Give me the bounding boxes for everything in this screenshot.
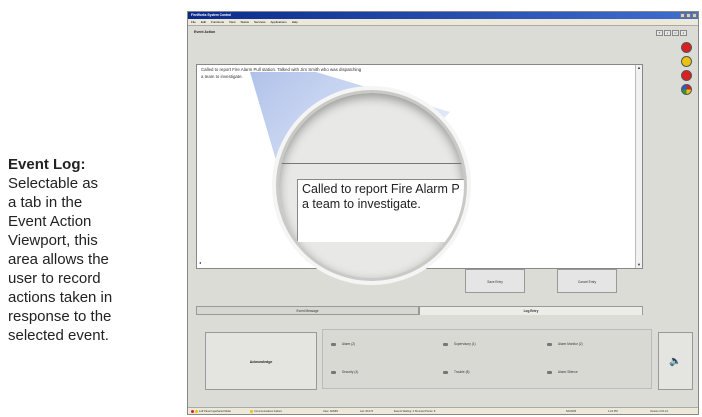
menu-edit[interactable]: Edit bbox=[201, 19, 206, 25]
panel-close-button[interactable]: × bbox=[680, 30, 687, 36]
led-icon bbox=[331, 370, 336, 374]
magnified-text: Called to report Fire Alarm P a team to … bbox=[297, 179, 464, 242]
tab-event-message[interactable]: Event Message bbox=[196, 306, 419, 315]
menu-applications[interactable]: Applications bbox=[271, 19, 287, 25]
close-button[interactable] bbox=[692, 13, 697, 18]
side-toolbar bbox=[679, 40, 693, 98]
led-icon bbox=[547, 370, 552, 374]
help-button[interactable]: ? bbox=[656, 30, 663, 36]
magnified-line: a team to investigate. bbox=[302, 197, 421, 211]
statusbar-time: 1:22 PM bbox=[608, 410, 618, 413]
status-bar: Loff Panel Ingerfaced Mode Communication… bbox=[188, 407, 698, 414]
caption-line: user to record bbox=[8, 270, 101, 287]
status-alarm-silence[interactable]: Alarm Silence bbox=[547, 370, 578, 374]
pin-button[interactable]: ▪ bbox=[664, 30, 671, 36]
scroll-down-icon[interactable]: ▼ bbox=[636, 262, 642, 268]
scroll-left-icon[interactable]: ◂ bbox=[199, 260, 201, 267]
scroll-up-icon[interactable]: ▲ bbox=[636, 65, 642, 71]
caption-line: actions taken in bbox=[8, 289, 113, 306]
alarm-icon[interactable] bbox=[680, 42, 692, 53]
statusbar-date: 5/6/2005 bbox=[566, 410, 577, 413]
caption-line: Event Action bbox=[8, 213, 92, 230]
led-icon bbox=[443, 370, 448, 374]
statusbar-mode: Loff Panel Ingerfaced Mode bbox=[191, 410, 231, 413]
menu-file[interactable]: File bbox=[191, 19, 196, 25]
status-panel: Acknowledge Alarm (2) Supervisory (1) Al… bbox=[191, 317, 696, 392]
status-wheel-icon[interactable] bbox=[680, 84, 692, 95]
status-supervisory[interactable]: Supervisory (1) bbox=[443, 342, 476, 346]
led-icon bbox=[443, 342, 448, 346]
yellow-dot-icon bbox=[195, 410, 198, 413]
status-security[interactable]: Security (4) bbox=[331, 370, 358, 374]
led-icon bbox=[331, 342, 336, 346]
magnifier-lens: Called to report Fire Alarm P a team to … bbox=[276, 90, 467, 281]
caption-line: area allows the bbox=[8, 251, 109, 268]
acknowledge-button[interactable]: Acknowledge bbox=[205, 332, 317, 390]
speaker-icon[interactable]: 🔈 bbox=[658, 332, 693, 390]
status-group: Alarm (2) Supervisory (1) Alarm Monitor … bbox=[322, 329, 652, 389]
save-entry-button[interactable]: Save Entry bbox=[465, 269, 525, 293]
magnified-line: Called to report Fire Alarm P bbox=[302, 182, 460, 196]
caption-line: response to the bbox=[8, 308, 112, 325]
panel-title: Event Action bbox=[194, 30, 216, 34]
event-log-line: a team to investigate. bbox=[201, 73, 243, 79]
caption-line: a tab in the bbox=[8, 194, 83, 211]
magnified-divider bbox=[279, 163, 464, 164]
window-title-bar: FireWorks System Control bbox=[188, 12, 698, 19]
caption-line: Viewport, this bbox=[8, 232, 98, 249]
statusbar-version: Version 2.01.10 bbox=[650, 410, 669, 413]
statusbar-events: Events Waiting: 4 Shunted Points: 8 bbox=[394, 410, 436, 413]
silence-icon[interactable] bbox=[680, 70, 692, 81]
caption-title: Event Log: bbox=[8, 156, 86, 173]
warning-icon bbox=[250, 410, 253, 413]
menu-help[interactable]: Help bbox=[292, 19, 298, 25]
caption-line: Selectable as bbox=[8, 175, 99, 192]
cancel-entry-button[interactable]: Cancel Entry bbox=[557, 269, 617, 293]
status-alarm-monitor[interactable]: Alarm Monitor (2) bbox=[547, 342, 583, 346]
tab-log-entry[interactable]: Log Entry bbox=[419, 306, 643, 315]
caption-line: selected event. bbox=[8, 327, 109, 344]
window-title: FireWorks System Control bbox=[191, 13, 231, 17]
viewport-tabs: Event Message Log Entry bbox=[196, 306, 643, 315]
trouble-icon[interactable] bbox=[680, 56, 692, 67]
menu-bar: File Edit Functions View Status Services… bbox=[188, 19, 698, 26]
caption: Event Log: Selectable as a tab in the Ev… bbox=[8, 155, 168, 345]
minimize-button[interactable] bbox=[680, 13, 685, 18]
vertical-scrollbar[interactable]: ▲ ▼ bbox=[635, 65, 642, 268]
restore-button[interactable]: □ bbox=[672, 30, 679, 36]
status-alarm[interactable]: Alarm (2) bbox=[331, 342, 355, 346]
app-window: FireWorks System Control File Edit Funct… bbox=[187, 11, 699, 415]
statusbar-user: User: ADMIN bbox=[323, 410, 339, 413]
menu-services[interactable]: Services bbox=[254, 19, 266, 25]
status-trouble[interactable]: Trouble (8) bbox=[443, 370, 469, 374]
statusbar-comm: Communications Failure bbox=[250, 410, 282, 413]
menu-view[interactable]: View bbox=[229, 19, 235, 25]
red-dot-icon bbox=[191, 410, 194, 413]
led-icon bbox=[547, 342, 552, 346]
statusbar-list: List: 8C172 bbox=[360, 410, 374, 413]
menu-status[interactable]: Status bbox=[240, 19, 249, 25]
menu-functions[interactable]: Functions bbox=[211, 19, 224, 25]
maximize-button[interactable] bbox=[686, 13, 691, 18]
